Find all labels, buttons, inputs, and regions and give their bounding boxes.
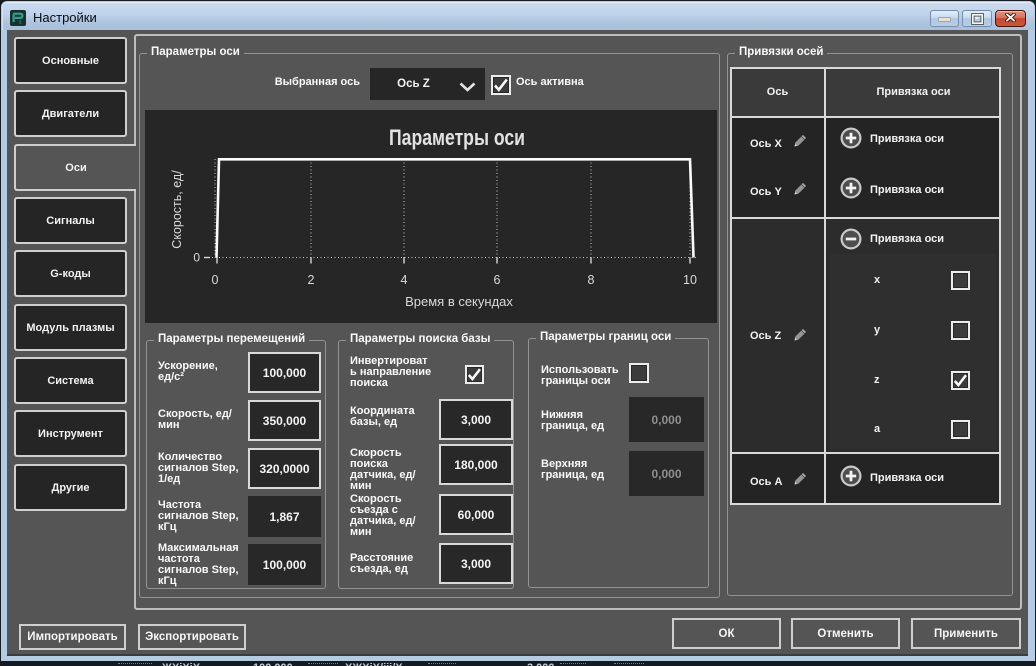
svg-text:4: 4 — [401, 273, 408, 287]
svg-text:0: 0 — [193, 251, 200, 265]
svg-text:2: 2 — [308, 273, 315, 287]
svg-text:Параметры оси: Параметры оси — [389, 125, 525, 150]
svg-text:Скорость, ед/: Скорость, ед/ — [170, 170, 184, 249]
svg-text:10: 10 — [683, 273, 697, 287]
svg-text:6: 6 — [494, 273, 501, 287]
svg-text:8: 8 — [588, 273, 595, 287]
svg-text:0: 0 — [212, 273, 219, 287]
svg-text:Время в секундах: Время в секундах — [405, 294, 513, 309]
